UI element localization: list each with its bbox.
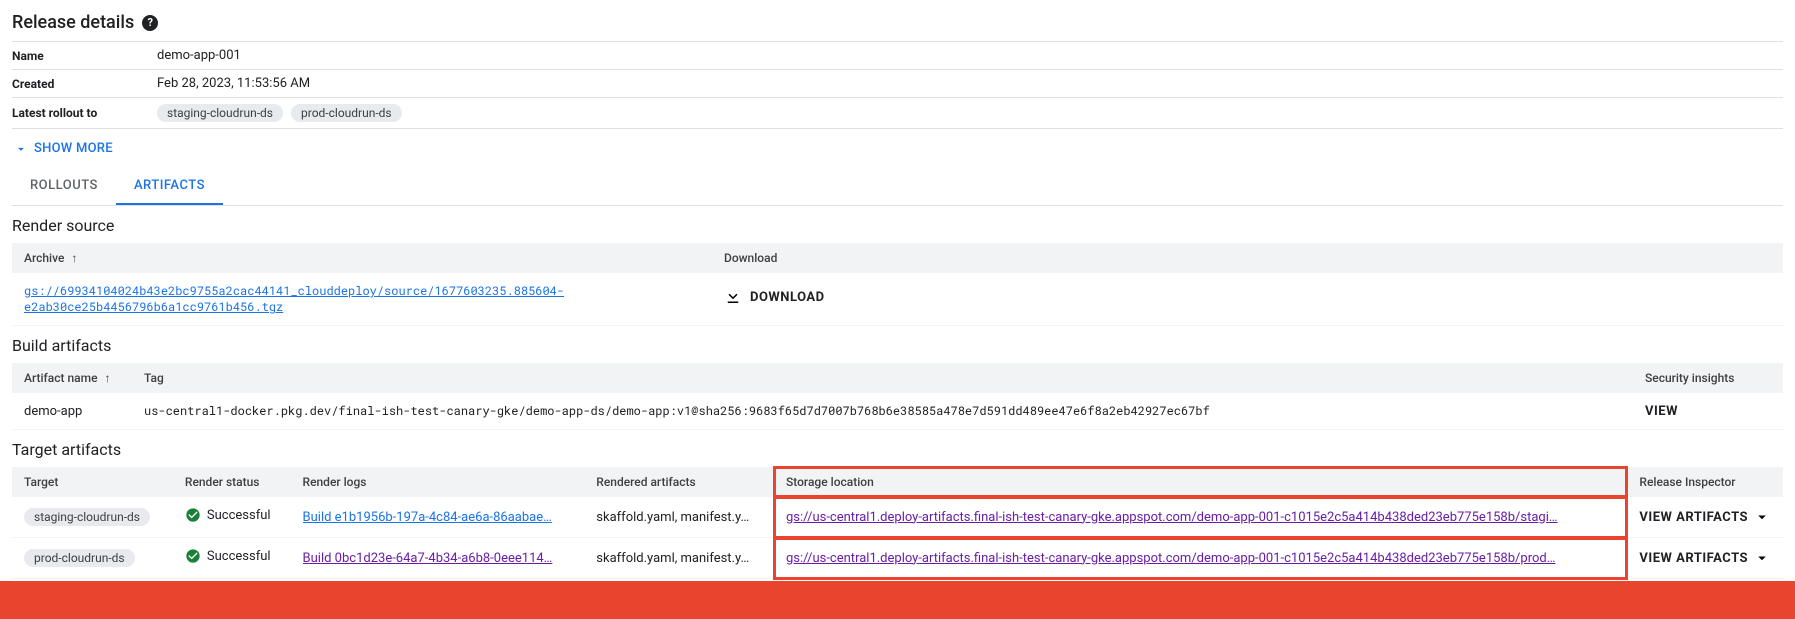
chip-staging[interactable]: staging-cloudrun-ds [157, 104, 283, 122]
release-details-table: Name demo-app-001 Created Feb 28, 2023, … [12, 41, 1783, 129]
artifact-name: demo-app [12, 393, 132, 430]
artifact-name-header-label: Artifact name [24, 371, 98, 385]
download-header: Download [712, 243, 1783, 273]
sort-up-icon: ↑ [105, 371, 111, 385]
target-row-prod: prod-cloudrun-ds Successful Build 0bc1d2… [12, 538, 1783, 579]
page-title-text: Release details [12, 12, 134, 33]
target-row-staging: staging-cloudrun-ds Successful Build e1b… [12, 497, 1783, 538]
status-successful: Successful [185, 507, 271, 523]
tab-artifacts[interactable]: ARTIFACTS [116, 168, 223, 205]
detail-row-rollout: Latest rollout to staging-cloudrun-ds pr… [12, 98, 1783, 129]
storage-location-header: Storage location [774, 467, 1627, 497]
name-value: demo-app-001 [157, 48, 241, 63]
rollout-label: Latest rollout to [12, 106, 157, 120]
artifact-tag: us-central1-docker.pkg.dev/final-ish-tes… [132, 393, 1633, 430]
download-button[interactable]: DOWNLOAD [724, 288, 825, 306]
archive-link[interactable]: gs://69934104024b43e2bc9755a2cac44141_cl… [24, 283, 564, 315]
build-artifact-row: demo-app us-central1-docker.pkg.dev/fina… [12, 393, 1783, 430]
detail-row-created: Created Feb 28, 2023, 11:53:56 AM [12, 70, 1783, 98]
chip-prod[interactable]: prod-cloudrun-ds [291, 104, 402, 122]
build-artifacts-title: Build artifacts [12, 336, 1783, 355]
name-label: Name [12, 49, 157, 63]
chip-target-prod[interactable]: prod-cloudrun-ds [24, 549, 135, 567]
rendered-artifacts-value: skaffold.yaml, manifest.y… [584, 538, 774, 579]
download-icon [724, 288, 742, 306]
status-successful: Successful [185, 548, 271, 564]
chevron-down-icon[interactable] [1753, 549, 1771, 567]
render-source-row: gs://69934104024b43e2bc9755a2cac44141_cl… [12, 273, 1783, 326]
view-insights-button[interactable]: VIEW [1645, 404, 1678, 419]
sort-up-icon: ↑ [71, 251, 77, 265]
render-log-link[interactable]: Build 0bc1d23e-64a7-4b34-a6b8-0eee114… [303, 551, 573, 566]
render-log-link[interactable]: Build e1b1956b-197a-4c84-ae6a-86aabae… [303, 510, 573, 525]
page-title: Release details ? [12, 12, 1783, 33]
release-inspector-header: Release Inspector [1627, 467, 1783, 497]
created-label: Created [12, 77, 157, 91]
chevron-down-icon[interactable] [1753, 508, 1771, 526]
tab-rollouts[interactable]: ROLLOUTS [12, 168, 116, 205]
show-more-label: SHOW MORE [34, 141, 113, 156]
detail-row-name: Name demo-app-001 [12, 42, 1783, 70]
status-text: Successful [207, 508, 271, 523]
target-header: Target [12, 467, 173, 497]
render-logs-header: Render logs [291, 467, 585, 497]
render-source-table: Archive ↑ Download gs://69934104024b43e2… [12, 243, 1783, 326]
target-artifacts-title: Target artifacts [12, 440, 1783, 459]
archive-header-label: Archive [24, 251, 64, 265]
storage-link-prod[interactable]: gs://us-central1.deploy-artifacts.final-… [786, 551, 1615, 566]
rollout-targets: staging-cloudrun-ds prod-cloudrun-ds [157, 104, 402, 122]
status-text: Successful [207, 549, 271, 564]
render-status-header: Render status [173, 467, 291, 497]
rendered-artifacts-header: Rendered artifacts [584, 467, 774, 497]
rendered-artifacts-value: skaffold.yaml, manifest.y… [584, 497, 774, 538]
tabs: ROLLOUTS ARTIFACTS [12, 168, 1783, 206]
view-artifacts-button[interactable]: VIEW ARTIFACTS [1639, 551, 1748, 566]
show-more-button[interactable]: SHOW MORE [14, 141, 113, 156]
check-circle-icon [185, 507, 201, 523]
render-source-title: Render source [12, 216, 1783, 235]
chip-target-staging[interactable]: staging-cloudrun-ds [24, 508, 150, 526]
bottom-highlight-bar [0, 581, 1795, 619]
chevron-down-icon [14, 142, 28, 156]
artifact-name-header[interactable]: Artifact name ↑ [12, 363, 132, 393]
insights-header: Security insights [1633, 363, 1783, 393]
build-artifacts-table: Artifact name ↑ Tag Security insights de… [12, 363, 1783, 430]
view-artifacts-button[interactable]: VIEW ARTIFACTS [1639, 510, 1748, 525]
storage-link-staging[interactable]: gs://us-central1.deploy-artifacts.final-… [786, 510, 1615, 525]
check-circle-icon [185, 548, 201, 564]
download-label: DOWNLOAD [750, 290, 825, 305]
target-artifacts-table: Target Render status Render logs Rendere… [12, 467, 1783, 579]
help-icon[interactable]: ? [142, 15, 158, 31]
tag-header: Tag [132, 363, 1633, 393]
created-value: Feb 28, 2023, 11:53:56 AM [157, 76, 310, 91]
archive-header[interactable]: Archive ↑ [12, 243, 712, 273]
